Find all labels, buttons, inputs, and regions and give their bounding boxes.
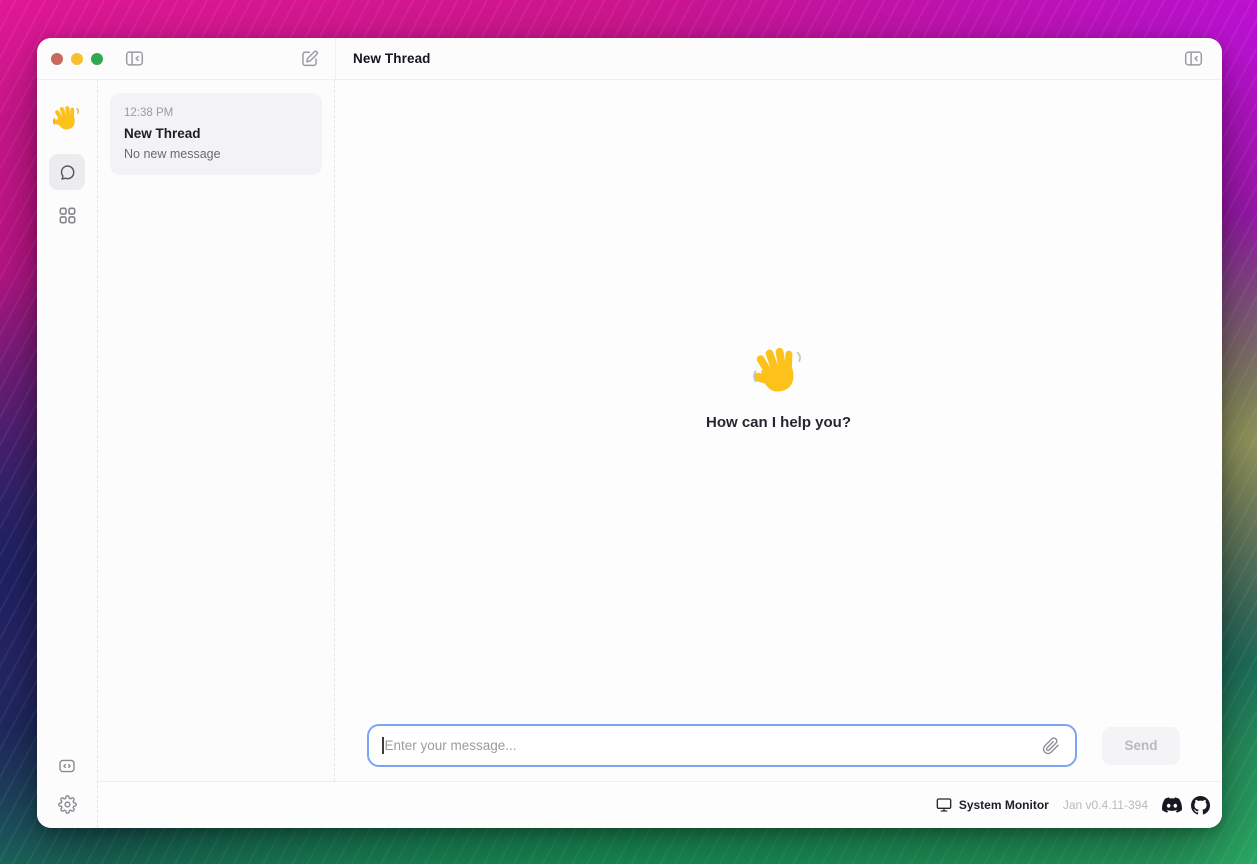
page-title: New Thread	[353, 51, 431, 66]
code-box-icon	[58, 757, 76, 775]
empty-state: How can I help you?	[335, 80, 1222, 724]
paperclip-icon	[1042, 737, 1060, 755]
panel-collapse-icon	[1184, 49, 1203, 68]
right-content-wrap: 12:38 PM New Thread No new message	[98, 80, 1222, 828]
message-input[interactable]	[385, 738, 1041, 753]
jan-app-window: New Thread	[37, 38, 1222, 828]
send-button[interactable]: Send	[1102, 727, 1180, 765]
waving-hand-icon	[751, 344, 807, 400]
window-body: 12:38 PM New Thread No new message	[37, 80, 1222, 828]
panel-collapse-icon	[125, 49, 144, 68]
sidebar-item-local-api-server[interactable]	[56, 755, 78, 777]
thread-title: New Thread	[124, 126, 308, 141]
close-window-button[interactable]	[51, 53, 63, 65]
github-icon	[1191, 796, 1210, 815]
status-footer: System Monitor Jan v0.4.11-394	[98, 781, 1222, 828]
thread-list-panel: 12:38 PM New Thread No new message	[98, 80, 335, 781]
text-caret	[382, 737, 384, 754]
settings-gear-icon	[58, 795, 77, 814]
sidebar-icon-rail	[37, 80, 98, 828]
discord-icon	[1162, 795, 1182, 815]
compose-pencil-icon	[300, 49, 319, 68]
chat-bubble-icon	[58, 163, 77, 182]
discord-link-button[interactable]	[1162, 795, 1182, 815]
right-panel-toggle-button[interactable]	[1182, 47, 1205, 70]
sidebar-item-hub[interactable]	[56, 204, 79, 227]
thread-list-item[interactable]: 12:38 PM New Thread No new message	[110, 93, 322, 175]
jan-wave-logo-icon	[52, 104, 82, 134]
thread-last-message: No new message	[124, 147, 308, 161]
new-thread-button[interactable]	[298, 47, 321, 70]
greeting-text: How can I help you?	[706, 414, 851, 431]
titlebar-left-panel	[37, 38, 335, 79]
sidebar-toggle-button[interactable]	[123, 47, 146, 70]
titlebar: New Thread	[37, 38, 1222, 80]
attach-file-button[interactable]	[1040, 735, 1062, 757]
app-version-label: Jan v0.4.11-394	[1063, 798, 1148, 812]
github-link-button[interactable]	[1191, 796, 1210, 815]
zoom-window-button[interactable]	[91, 53, 103, 65]
system-monitor-button[interactable]: System Monitor	[936, 797, 1049, 813]
system-monitor-label: System Monitor	[959, 798, 1049, 812]
composer-row: Send	[335, 724, 1222, 781]
minimize-window-button[interactable]	[71, 53, 83, 65]
sidebar-item-settings[interactable]	[56, 793, 79, 816]
message-input-container	[367, 724, 1077, 767]
thread-timestamp: 12:38 PM	[124, 107, 308, 119]
apps-grid-icon	[58, 206, 77, 225]
content-row: 12:38 PM New Thread No new message	[98, 80, 1222, 781]
chat-main-area: How can I help you?	[335, 80, 1222, 781]
sidebar-item-threads[interactable]	[49, 154, 85, 190]
main-header: New Thread	[335, 38, 1222, 79]
monitor-icon	[936, 797, 952, 813]
